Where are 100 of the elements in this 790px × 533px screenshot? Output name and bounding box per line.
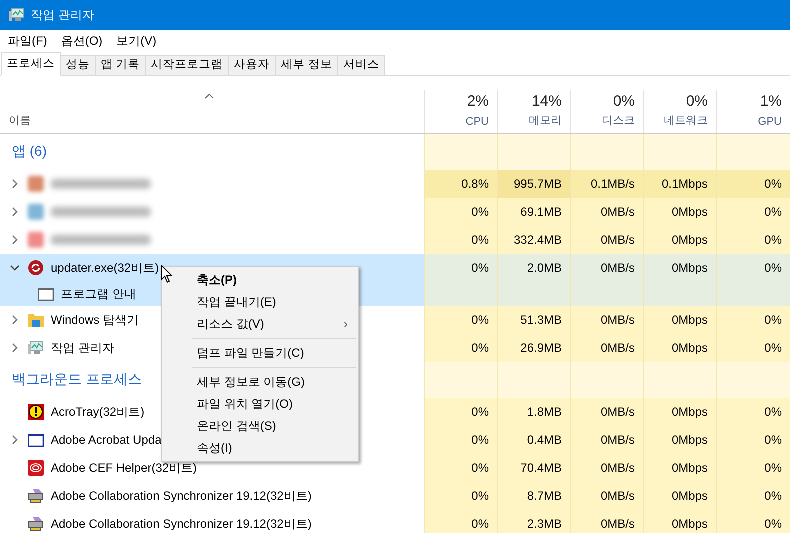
table-cell: 0%: [424, 254, 497, 282]
table-cell: 26.9MB: [497, 334, 570, 362]
process-name: Adobe CEF Helper(32비트): [51, 460, 198, 476]
table-cell: 0%: [716, 254, 790, 282]
column-header[interactable]: 메모리: [529, 113, 562, 128]
table-cell: 0%: [716, 398, 790, 426]
chevron-down-icon[interactable]: [10, 265, 20, 271]
table-cell: 0MB/s: [570, 334, 643, 362]
table-cell: 2.3MB: [497, 510, 570, 533]
table-cell: 0MB/s: [570, 398, 643, 426]
folder-icon: [28, 313, 44, 327]
table-cell: 0%: [424, 198, 497, 226]
table-cell: 0%: [424, 306, 497, 334]
column-header[interactable]: CPU: [466, 116, 489, 128]
sort-caret-icon[interactable]: [205, 94, 214, 99]
table-cell: 0%: [716, 170, 790, 198]
table-cell: 0%: [424, 454, 497, 482]
table-cell: 0MB/s: [570, 482, 643, 510]
table-cell: 0%: [716, 198, 790, 226]
group-heading: 백그라운드 프로세스: [11, 371, 142, 389]
table-cell: 0.1Mbps: [643, 170, 716, 198]
table-cell: 0%: [716, 482, 790, 510]
menu-item[interactable]: 리소스 값(V) ›: [162, 313, 358, 335]
table-cell: 0MB/s: [570, 510, 643, 533]
table-cell: 0MB/s: [570, 254, 643, 282]
table-cell: 0Mbps: [643, 198, 716, 226]
group-heading: 앱 (6): [11, 143, 47, 161]
tab[interactable]: 프로세스: [1, 52, 61, 76]
table-cell: 332.4MB: [497, 226, 570, 254]
window-icon: [38, 288, 54, 300]
process-name: Adobe Collaboration Synchronizer 19.12(32비트): [51, 488, 312, 504]
menu-item[interactable]: 세부 정보로 이동(G): [162, 371, 358, 393]
window-icon: [28, 434, 44, 446]
table-cell: 8.7MB: [497, 482, 570, 510]
refresh-circle-icon: [28, 260, 44, 276]
chevron-right-icon[interactable]: [12, 315, 18, 325]
chevron-right-icon[interactable]: [12, 435, 18, 445]
process-name: 작업 관리자: [51, 340, 114, 356]
table-cell: 0%: [424, 226, 497, 254]
table-cell: 0Mbps: [643, 254, 716, 282]
monitor-icon: [9, 8, 25, 22]
table-cell: 0%: [424, 426, 497, 454]
table-cell: 0MB/s: [570, 198, 643, 226]
menu-item[interactable]: 파일 위치 열기(O): [162, 393, 358, 415]
chevron-right-icon[interactable]: [12, 207, 18, 217]
process-name: updater.exe(32비트): [51, 260, 160, 276]
table-cell: 2.0MB: [497, 254, 570, 282]
table-cell: 0MB/s: [570, 426, 643, 454]
warning-icon: [28, 404, 44, 420]
table-cell: 0%: [424, 334, 497, 362]
table-cell: 1.8MB: [497, 398, 570, 426]
chevron-right-icon[interactable]: [12, 343, 18, 353]
table-cell: 0Mbps: [643, 398, 716, 426]
table-cell: 0.1MB/s: [570, 170, 643, 198]
tab[interactable]: 세부 정보: [275, 55, 338, 75]
tab[interactable]: 사용자: [228, 55, 276, 75]
table-cell: 0%: [716, 226, 790, 254]
tab[interactable]: 시작프로그램: [145, 55, 230, 75]
tab[interactable]: 서비스: [337, 55, 386, 75]
table-cell: 0%: [424, 510, 497, 533]
column-percent: 0%: [613, 93, 635, 110]
process-name: Adobe Acrobat Upda: [51, 433, 162, 447]
table-cell: 0Mbps: [643, 334, 716, 362]
process-name: AcroTray(32비트): [51, 404, 145, 420]
table-cell: 0Mbps: [643, 426, 716, 454]
process-name: Adobe Collaboration Synchronizer 19.12(32비트): [51, 516, 312, 532]
swirl-icon: [28, 460, 44, 476]
table-cell: 0MB/s: [570, 454, 643, 482]
table-cell: 0%: [716, 334, 790, 362]
chevron-right-icon[interactable]: [12, 179, 18, 189]
menu-item[interactable]: 파일(F): [8, 32, 48, 50]
menu-item[interactable]: 옵션(O): [61, 32, 103, 50]
column-percent: 14%: [532, 93, 562, 110]
table-cell: 70.4MB: [497, 454, 570, 482]
menu-item[interactable]: 작업 끝내기(E): [162, 291, 358, 313]
table-cell: 0%: [716, 510, 790, 533]
column-header[interactable]: GPU: [758, 116, 782, 128]
tab[interactable]: 성능: [60, 55, 96, 75]
window-title: 작업 관리자: [31, 6, 94, 24]
column-header[interactable]: 디스크: [602, 113, 635, 128]
column-header[interactable]: 이름: [9, 113, 31, 128]
column-percent: 2%: [467, 93, 489, 110]
table-cell: 0Mbps: [643, 454, 716, 482]
table-cell: 0%: [716, 306, 790, 334]
menu-item[interactable]: 온라인 검색(S): [162, 415, 358, 437]
menu-item[interactable]: 덤프 파일 만들기(C): [162, 342, 358, 364]
table-cell: 0MB/s: [570, 306, 643, 334]
printer-icon: [28, 516, 44, 532]
menu-item[interactable]: 속성(I): [162, 437, 358, 459]
table-cell: 0.8%: [424, 170, 497, 198]
column-header[interactable]: 네트워크: [664, 113, 708, 128]
table-cell: 0MB/s: [570, 226, 643, 254]
table-cell: 0.4MB: [497, 426, 570, 454]
menu-item[interactable]: 보기(V): [116, 32, 157, 50]
table-cell: 0%: [424, 398, 497, 426]
chevron-right-icon[interactable]: [12, 235, 18, 245]
table-cell: 69.1MB: [497, 198, 570, 226]
column-percent: 1%: [760, 93, 782, 110]
table-cell: 995.7MB: [497, 170, 570, 198]
tab[interactable]: 앱 기록: [95, 55, 146, 75]
